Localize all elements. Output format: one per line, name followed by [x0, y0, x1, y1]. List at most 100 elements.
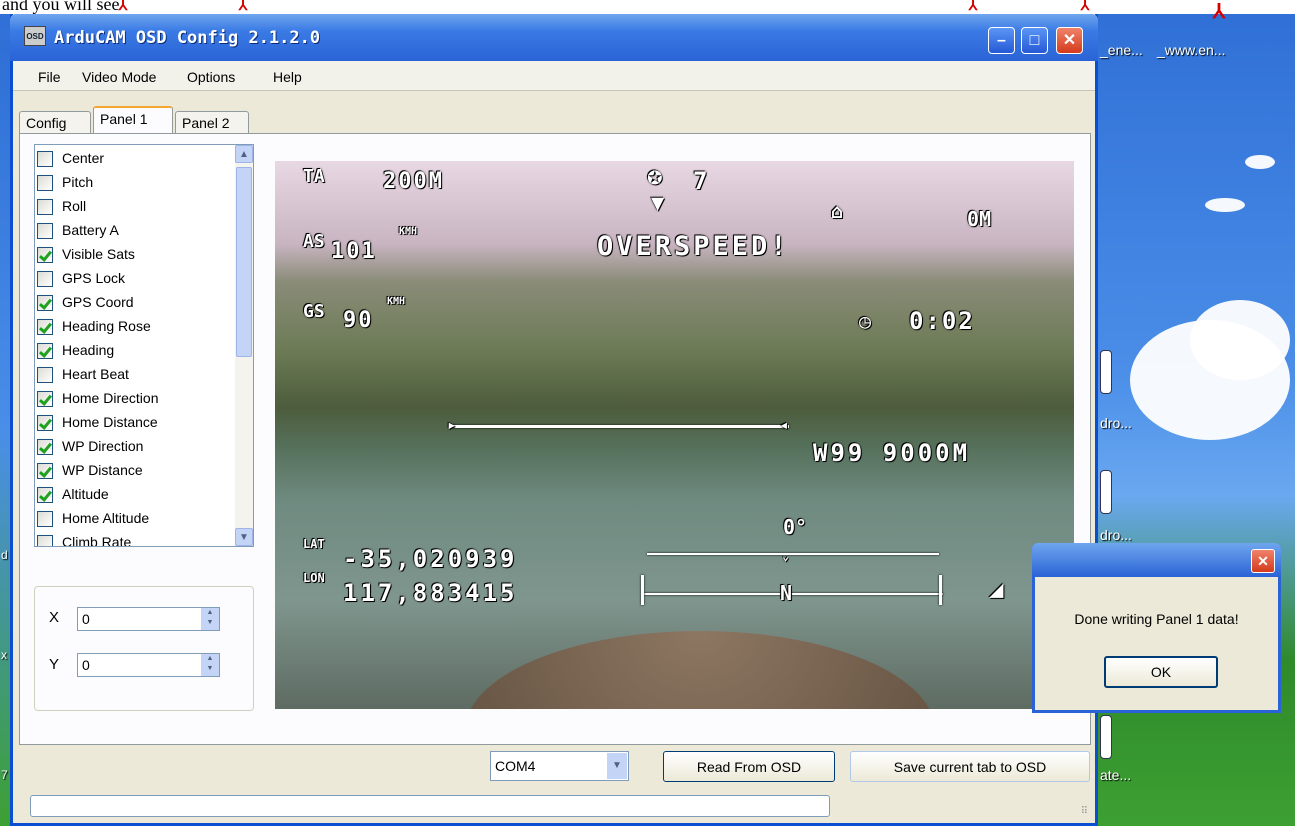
- stepper-arrows-icon[interactable]: ▲ ▼: [201, 608, 219, 630]
- heading-rose-tick: [641, 575, 644, 605]
- checklist-item-label: Home Altitude: [62, 510, 150, 526]
- pdf-icon[interactable]: ⅄: [962, 0, 984, 12]
- checklist-item-label: Visible Sats: [62, 246, 135, 262]
- checklist-item-label: GPS Coord: [62, 294, 134, 310]
- pdf-icon[interactable]: ⅄: [1208, 2, 1230, 22]
- osd-speed-unit: KMH: [399, 226, 418, 237]
- scroll-up-icon[interactable]: ▲: [235, 145, 253, 163]
- checklist-item-label: WP Direction: [62, 438, 144, 454]
- checkbox-unchecked[interactable]: [37, 367, 53, 383]
- tab-config[interactable]: Config: [19, 111, 91, 135]
- cloud: [1190, 300, 1290, 380]
- x-stepper[interactable]: ▲▼: [77, 607, 220, 631]
- osd-latitude: -35,020939: [343, 545, 518, 573]
- desktop-icon-label[interactable]: dro...: [1100, 415, 1132, 431]
- checkbox-unchecked[interactable]: [37, 511, 53, 527]
- minimize-button[interactable]: –: [988, 27, 1015, 54]
- osd-lon-label: LON: [303, 571, 325, 585]
- pdf-icon[interactable]: ⅄: [1074, 0, 1096, 12]
- title-bar[interactable]: OSD ArduCAM OSD Config 2.1.2.0 – □ ✕: [10, 14, 1098, 61]
- dialog-close-button[interactable]: ✕: [1251, 549, 1275, 573]
- menu-options[interactable]: Options: [187, 69, 235, 85]
- pdf-icon[interactable]: ⅄: [112, 0, 134, 12]
- y-input[interactable]: [78, 654, 198, 676]
- checkbox-checked[interactable]: [37, 247, 53, 263]
- element-checklist: Climb Rate Home Altitude Altitude WP Distan…: [34, 144, 254, 547]
- read-from-osd-button[interactable]: Read From OSD: [663, 751, 835, 782]
- osd-as-label: AS: [303, 231, 325, 252]
- checkbox-checked[interactable]: [37, 463, 53, 479]
- scroll-down-icon[interactable]: ▼: [235, 528, 253, 546]
- ok-button[interactable]: OK: [1104, 656, 1218, 688]
- desktop-icon-label[interactable]: dro...: [1100, 527, 1132, 543]
- desktop-icon-label[interactable]: ate...: [1100, 767, 1131, 783]
- checkbox-unchecked[interactable]: [37, 175, 53, 191]
- save-to-osd-button[interactable]: Save current tab to OSD: [850, 751, 1090, 782]
- satellite-icon: ✪: [647, 161, 663, 191]
- osd-waypoint: W99 9000M: [813, 439, 971, 467]
- checkbox-unchecked[interactable]: [37, 151, 53, 167]
- desktop-icon-label[interactable]: _ene...: [1100, 42, 1143, 58]
- y-stepper[interactable]: ▲▼: [77, 653, 220, 677]
- checkbox-checked[interactable]: [37, 439, 53, 455]
- cloud: [1245, 155, 1275, 169]
- stepper-arrows-icon[interactable]: ▲ ▼: [201, 654, 219, 676]
- osd-sats: 7: [693, 167, 708, 195]
- osd-speed-unit: KMH: [387, 296, 406, 307]
- file-icon[interactable]: [1100, 715, 1112, 759]
- file-icon[interactable]: [1100, 470, 1112, 514]
- checkbox-unchecked[interactable]: [37, 271, 53, 287]
- checklist-item-label: Heart Beat: [62, 366, 129, 382]
- checkbox-checked[interactable]: [37, 295, 53, 311]
- osd-timer: 0:02: [909, 307, 975, 335]
- window-title: ArduCAM OSD Config 2.1.2.0: [54, 28, 321, 48]
- checkbox-checked[interactable]: [37, 319, 53, 335]
- tab-panel-1[interactable]: Panel 1: [93, 106, 173, 135]
- checkbox-unchecked[interactable]: [37, 535, 53, 546]
- chevron-down-icon[interactable]: ▼: [607, 753, 627, 779]
- panel-1-content: Climb Rate Home Altitude Altitude WP Distan…: [19, 133, 1091, 745]
- gps-lock-icon: ▼: [651, 191, 665, 216]
- osd-altitude: 200M: [383, 169, 444, 194]
- pdf-icon[interactable]: ⅄: [232, 0, 254, 12]
- checkbox-checked[interactable]: [37, 415, 53, 431]
- page-text: and you will see: [2, 0, 120, 14]
- resize-grip-icon[interactable]: ⠿: [1081, 806, 1089, 817]
- osd-lat-label: LAT: [303, 537, 325, 551]
- checklist-item-label: Climb Rate: [62, 534, 132, 547]
- checkbox-checked[interactable]: [37, 487, 53, 503]
- close-button[interactable]: ✕: [1056, 27, 1083, 54]
- checkbox-unchecked[interactable]: [37, 223, 53, 239]
- horizon-left-icon: ▸: [447, 415, 457, 434]
- dialog-title-bar[interactable]: ✕: [1032, 543, 1281, 577]
- checkbox-checked[interactable]: [37, 391, 53, 407]
- file-icon[interactable]: [1100, 350, 1112, 394]
- heading-rose-line: [643, 593, 943, 595]
- app-window: OSD ArduCAM OSD Config 2.1.2.0 – □ ✕ Fil…: [10, 14, 1098, 826]
- scroll-thumb[interactable]: [236, 167, 252, 357]
- desktop-icon-label[interactable]: _www.en...: [1157, 42, 1225, 58]
- desktop-fragment: x: [1, 648, 7, 662]
- osd-gs-label: GS: [303, 301, 325, 322]
- checklist-item-label: Heading: [62, 342, 115, 358]
- checklist-item-label: Battery A: [62, 222, 119, 238]
- list-scrollbar[interactable]: ▲ ▼: [235, 145, 253, 546]
- checklist-item-label: Center: [62, 150, 105, 166]
- osd-longitude: 117,883415: [343, 579, 518, 607]
- osd-airspeed: 101: [331, 239, 377, 264]
- x-label: X: [49, 609, 60, 626]
- tab-panel-2[interactable]: Panel 2: [175, 111, 249, 135]
- maximize-button[interactable]: □: [1021, 27, 1048, 54]
- osd-compass-north: N: [780, 581, 793, 605]
- com-port-select[interactable]: COM4 ▼: [490, 751, 629, 781]
- checklist-item-label: Roll: [62, 198, 87, 214]
- checkbox-unchecked[interactable]: [37, 199, 53, 215]
- menu-video-mode[interactable]: Video Mode: [82, 69, 156, 85]
- timer-icon: ◷: [859, 309, 872, 333]
- osd-preview[interactable]: TA 200M ✪ 7 ▼ ⌂ 0M AS 101 KMH OVERSPEED!…: [275, 161, 1074, 709]
- message-dialog: ✕ Done writing Panel 1 data! OK: [1032, 543, 1281, 713]
- x-input[interactable]: [78, 608, 198, 630]
- menu-help[interactable]: Help: [273, 69, 302, 85]
- menu-file[interactable]: File: [38, 69, 61, 85]
- checkbox-checked[interactable]: [37, 343, 53, 359]
